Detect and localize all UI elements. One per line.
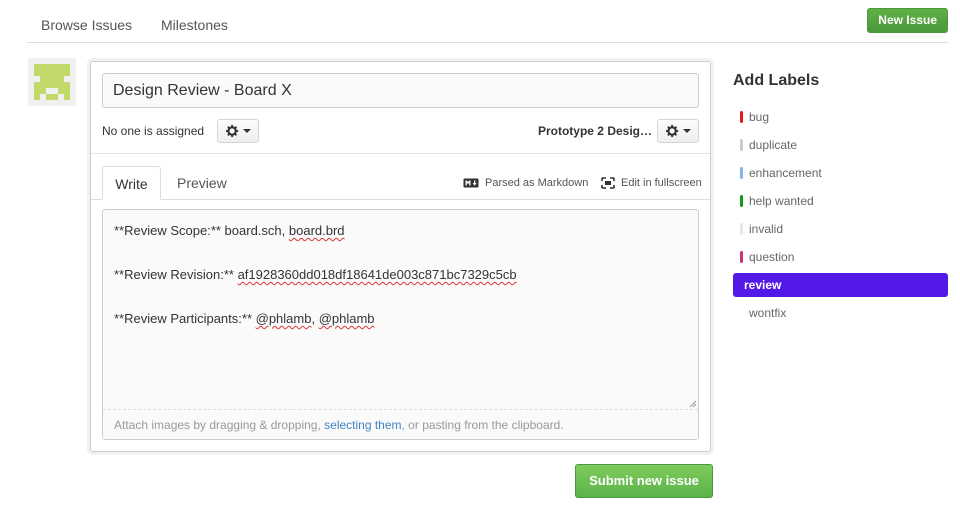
- identicon-avatar: [28, 58, 76, 106]
- milestone-status: Prototype 2 Desig…: [537, 124, 652, 138]
- body-line-scope: **Review Scope:** board.sch, board.brd: [114, 223, 345, 238]
- new-issue-form: Design Review - Board X No one is assign…: [90, 61, 711, 452]
- gear-icon: [665, 124, 678, 138]
- gear-icon: [225, 124, 238, 138]
- avatar[interactable]: [28, 58, 76, 106]
- submit-new-issue-button[interactable]: Submit new issue: [575, 464, 713, 498]
- fullscreen-link[interactable]: Edit in fullscreen: [601, 177, 702, 189]
- add-labels-heading: Add Labels: [733, 72, 820, 89]
- fullscreen-icon: [601, 177, 615, 189]
- top-nav: Browse Issues Milestones New Issue: [27, 0, 948, 43]
- label-item-duplicate[interactable]: duplicate: [733, 133, 948, 157]
- label-item-enhancement[interactable]: enhancement: [733, 161, 948, 185]
- label-color-swatch: [740, 251, 743, 263]
- label-item-invalid[interactable]: invalid: [733, 217, 948, 241]
- label-item-question[interactable]: question: [733, 245, 948, 269]
- label-color-swatch: [740, 167, 743, 179]
- label-item-review[interactable]: review: [733, 273, 948, 297]
- tab-divider: [91, 199, 710, 200]
- label-name: help wanted: [749, 194, 814, 208]
- label-name: enhancement: [749, 166, 822, 180]
- label-name: bug: [749, 110, 770, 124]
- label-color-swatch: [740, 139, 743, 151]
- label-color-swatch: [740, 111, 743, 123]
- label-color-swatch: [740, 307, 743, 319]
- label-color-swatch: [740, 195, 743, 207]
- label-item-bug[interactable]: bug: [733, 105, 948, 129]
- label-name: wontfix: [749, 306, 787, 320]
- label-item-help-wanted[interactable]: help wanted: [733, 189, 948, 213]
- label-name: question: [749, 250, 795, 264]
- label-name: invalid: [749, 222, 784, 236]
- issue-body-textarea[interactable]: **Review Scope:** board.sch, board.brd *…: [102, 209, 699, 440]
- tab-preview[interactable]: Preview: [177, 166, 227, 200]
- tab-write[interactable]: Write: [102, 166, 161, 200]
- issue-title-input[interactable]: Design Review - Board X: [102, 73, 699, 108]
- fullscreen-label: Edit in fullscreen: [621, 177, 702, 189]
- markdown-label: Parsed as Markdown: [485, 177, 589, 189]
- assignee-settings-button[interactable]: [217, 119, 259, 143]
- label-name: review: [744, 278, 782, 292]
- issue-body-text: **Review Scope:** board.sch, board.brd *…: [114, 223, 517, 355]
- select-files-link[interactable]: selecting them: [324, 418, 401, 432]
- body-line-revision: **Review Revision:** af1928360dd018df186…: [114, 267, 517, 282]
- markdown-icon: [463, 178, 479, 188]
- resize-handle-icon[interactable]: [689, 400, 697, 408]
- markdown-help-link[interactable]: Parsed as Markdown: [463, 177, 588, 189]
- new-issue-button[interactable]: New Issue: [867, 8, 948, 33]
- browse-issues-link[interactable]: Browse Issues: [41, 17, 132, 33]
- label-item-wontfix[interactable]: wontfix: [733, 301, 948, 325]
- milestones-link[interactable]: Milestones: [161, 17, 228, 33]
- label-name: duplicate: [749, 138, 798, 152]
- label-color-swatch: [740, 223, 743, 235]
- milestone-settings-button[interactable]: [657, 119, 699, 143]
- assignee-status: No one is assigned: [102, 124, 205, 138]
- form-divider: [91, 153, 710, 154]
- attach-images-bar: Attach images by dragging & dropping, se…: [103, 409, 698, 439]
- body-line-participants: **Review Participants:** @phlamb, @phlam…: [114, 311, 375, 326]
